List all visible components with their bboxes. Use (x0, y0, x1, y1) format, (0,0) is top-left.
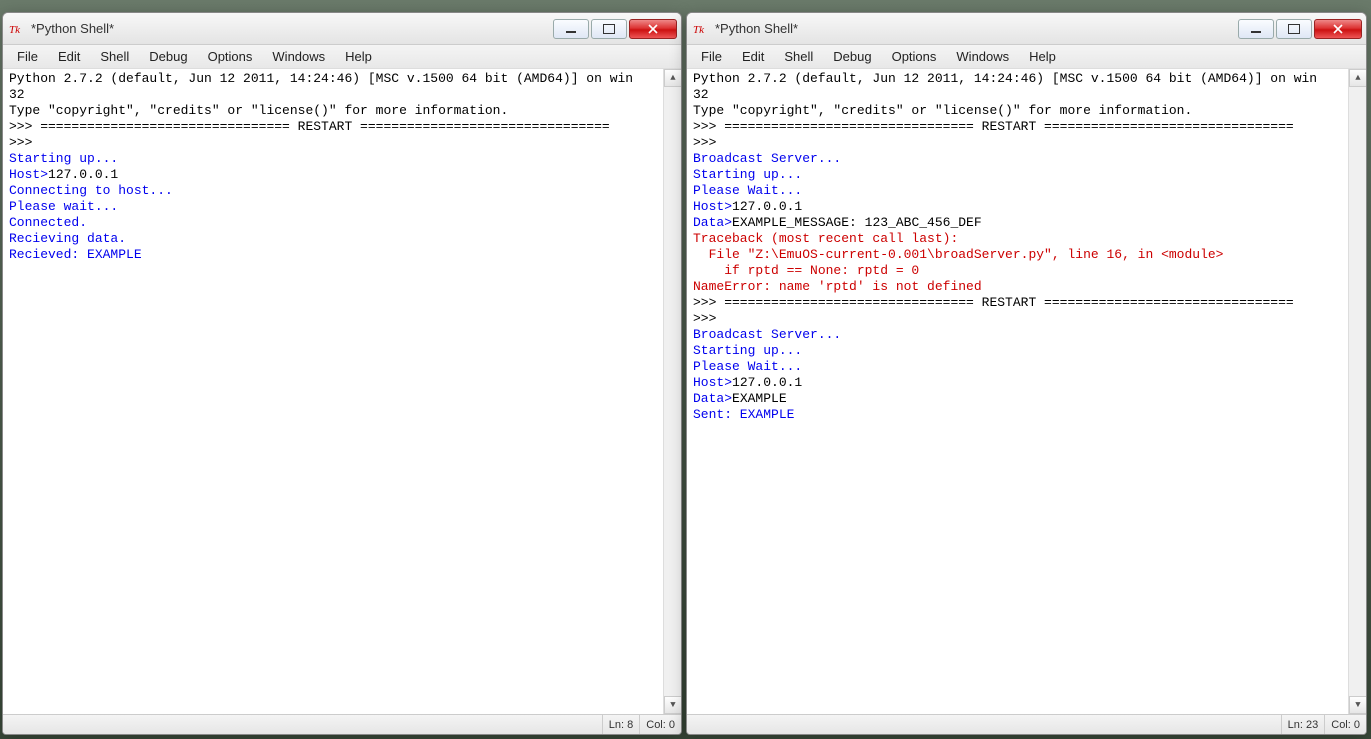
output-line: >>> (693, 311, 1362, 327)
menu-windows[interactable]: Windows (946, 47, 1019, 66)
close-button[interactable] (629, 19, 677, 39)
svg-text:Tk: Tk (9, 24, 21, 36)
python-shell-window-left[interactable]: Tk *Python Shell* File Edit Shell Debug … (2, 12, 682, 735)
output-line: >>> (9, 135, 677, 151)
output-line: Sent: EXAMPLE (693, 407, 1362, 423)
minimize-button[interactable] (1238, 19, 1274, 39)
maximize-button[interactable] (1276, 19, 1312, 39)
shell-output[interactable]: Python 2.7.2 (default, Jun 12 2011, 14:2… (687, 69, 1366, 714)
close-button[interactable] (1314, 19, 1362, 39)
output-line: NameError: name 'rptd' is not defined (693, 279, 1362, 295)
menu-options[interactable]: Options (882, 47, 947, 66)
output-line: Recieved: EXAMPLE (9, 247, 677, 263)
menu-shell[interactable]: Shell (774, 47, 823, 66)
scroll-up-button[interactable]: ▲ (1349, 69, 1366, 87)
output-line: Data>EXAMPLE (693, 391, 1362, 407)
status-line: Ln: 8 (602, 715, 639, 734)
status-line: Ln: 23 (1281, 715, 1325, 734)
output-line: 32 (9, 87, 677, 103)
titlebar[interactable]: Tk *Python Shell* (3, 13, 681, 45)
menu-shell[interactable]: Shell (90, 47, 139, 66)
output-line: >>> ================================ RES… (9, 119, 677, 135)
statusbar: Ln: 8 Col: 0 (3, 714, 681, 734)
output-line: Recieving data. (9, 231, 677, 247)
menu-windows[interactable]: Windows (262, 47, 335, 66)
scrollbar[interactable]: ▲ ▼ (663, 69, 681, 714)
window-controls (551, 19, 677, 39)
output-line: Host>127.0.0.1 (693, 199, 1362, 215)
output-line: Traceback (most recent call last): (693, 231, 1362, 247)
output-line: Please wait... (9, 199, 677, 215)
menubar: File Edit Shell Debug Options Windows He… (3, 45, 681, 69)
status-col: Col: 0 (639, 715, 681, 734)
output-line: Type "copyright", "credits" or "license(… (693, 103, 1362, 119)
shell-output[interactable]: Python 2.7.2 (default, Jun 12 2011, 14:2… (3, 69, 681, 714)
output-line: Data>EXAMPLE_MESSAGE: 123_ABC_456_DEF (693, 215, 1362, 231)
menu-help[interactable]: Help (335, 47, 382, 66)
scrollbar[interactable]: ▲ ▼ (1348, 69, 1366, 714)
window-title: *Python Shell* (715, 21, 1236, 36)
window-controls (1236, 19, 1362, 39)
status-col: Col: 0 (1324, 715, 1366, 734)
output-line: Please Wait... (693, 183, 1362, 199)
titlebar[interactable]: Tk *Python Shell* (687, 13, 1366, 45)
output-line: Broadcast Server... (693, 151, 1362, 167)
menu-edit[interactable]: Edit (732, 47, 774, 66)
output-line: 32 (693, 87, 1362, 103)
scroll-up-button[interactable]: ▲ (664, 69, 681, 87)
output-line: Starting up... (693, 343, 1362, 359)
scroll-down-button[interactable]: ▼ (664, 696, 681, 714)
menu-edit[interactable]: Edit (48, 47, 90, 66)
svg-text:Tk: Tk (693, 24, 705, 36)
output-line: >>> ================================ RES… (693, 295, 1362, 311)
menu-help[interactable]: Help (1019, 47, 1066, 66)
output-line: Starting up... (693, 167, 1362, 183)
output-line: Connecting to host... (9, 183, 677, 199)
python-shell-window-right[interactable]: Tk *Python Shell* File Edit Shell Debug … (686, 12, 1367, 735)
output-line: File "Z:\EmuOS-current-0.001\broadServer… (693, 247, 1362, 263)
output-line: Python 2.7.2 (default, Jun 12 2011, 14:2… (693, 71, 1362, 87)
maximize-button[interactable] (591, 19, 627, 39)
menubar: File Edit Shell Debug Options Windows He… (687, 45, 1366, 69)
menu-debug[interactable]: Debug (823, 47, 881, 66)
output-line: Type "copyright", "credits" or "license(… (9, 103, 677, 119)
output-line: >>> (693, 135, 1362, 151)
output-line: Please Wait... (693, 359, 1362, 375)
output-line: >>> ================================ RES… (693, 119, 1362, 135)
output-line: Python 2.7.2 (default, Jun 12 2011, 14:2… (9, 71, 677, 87)
menu-file[interactable]: File (691, 47, 732, 66)
output-line: Host>127.0.0.1 (9, 167, 677, 183)
output-line: Connected. (9, 215, 677, 231)
statusbar: Ln: 23 Col: 0 (687, 714, 1366, 734)
tk-icon: Tk (693, 21, 709, 37)
window-title: *Python Shell* (31, 21, 551, 36)
desktop: 🟧 … 🌐 … 📄 … ⛏️ … Tk *Python Shell* File … (0, 0, 1371, 739)
minimize-button[interactable] (553, 19, 589, 39)
scroll-down-button[interactable]: ▼ (1349, 696, 1366, 714)
menu-options[interactable]: Options (198, 47, 263, 66)
menu-debug[interactable]: Debug (139, 47, 197, 66)
tk-icon: Tk (9, 21, 25, 37)
output-line: Host>127.0.0.1 (693, 375, 1362, 391)
output-line: if rptd == None: rptd = 0 (693, 263, 1362, 279)
menu-file[interactable]: File (7, 47, 48, 66)
output-line: Broadcast Server... (693, 327, 1362, 343)
output-line: Starting up... (9, 151, 677, 167)
